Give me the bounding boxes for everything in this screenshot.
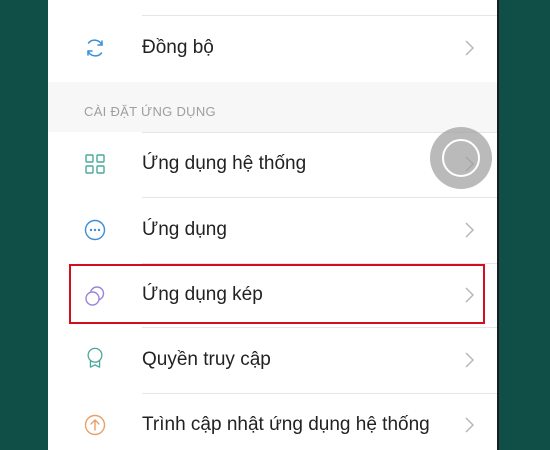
settings-item-system-app-updater[interactable]: Trình cập nhật ứng dụng hệ thống <box>48 393 498 450</box>
upload-circle-icon <box>84 414 106 436</box>
settings-screen: Đồng bộ CÀI ĐẶT ỨNG DỤNG Ứng dụng hệ thố… <box>48 0 498 450</box>
grid-apps-icon <box>85 154 105 174</box>
touch-indicator <box>430 127 492 189</box>
device-bezel-edge <box>497 0 499 450</box>
chevron-right-icon <box>465 352 475 368</box>
settings-item-permissions[interactable]: Quyền truy cập <box>48 327 498 393</box>
settings-item-label: Ứng dụng hệ thống <box>142 153 307 174</box>
section-header: CÀI ĐẶT ỨNG DỤNG <box>48 82 498 132</box>
divider <box>142 197 498 198</box>
chevron-right-icon <box>465 222 475 238</box>
section-title: CÀI ĐẶT ỨNG DỤNG <box>84 104 216 119</box>
highlight-box <box>69 264 485 324</box>
divider <box>142 15 498 16</box>
touch-indicator-ring <box>442 139 480 177</box>
settings-item-label: Ứng dụng <box>142 219 227 240</box>
settings-item-sync[interactable]: Đồng bộ <box>48 0 498 82</box>
divider <box>142 327 498 328</box>
settings-item-apps[interactable]: Ứng dụng <box>48 197 498 263</box>
more-dots-icon <box>84 219 106 241</box>
settings-item-label: Trình cập nhật ứng dụng hệ thống <box>142 414 430 435</box>
divider <box>142 393 498 394</box>
chevron-right-icon <box>465 40 475 56</box>
chevron-right-icon <box>465 417 475 433</box>
award-ribbon-icon <box>87 347 103 368</box>
settings-item-label: Đồng bộ <box>142 37 214 58</box>
sync-icon <box>87 39 103 57</box>
settings-item-label: Quyền truy cập <box>142 349 271 370</box>
